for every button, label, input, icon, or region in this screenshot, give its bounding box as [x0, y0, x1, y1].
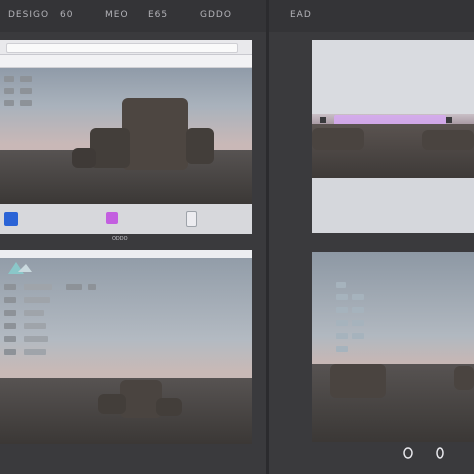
sidebar-button[interactable]: [4, 284, 16, 290]
circle-icon[interactable]: [402, 446, 414, 460]
circle-icon[interactable]: [434, 446, 446, 460]
sidebar-button[interactable]: [4, 310, 16, 316]
sidebar-button[interactable]: [24, 349, 46, 355]
sidebar-button[interactable]: [24, 323, 46, 329]
bar-handle[interactable]: [320, 117, 326, 123]
toolbar-label-4[interactable]: E65: [148, 10, 168, 20]
bottom-toolbar: [0, 204, 252, 234]
browser-sub-bar: [0, 55, 252, 68]
sidebar-button[interactable]: [352, 333, 364, 339]
sidebar-button[interactable]: [352, 307, 364, 313]
viewport-top-right[interactable]: [312, 40, 474, 233]
sidebar-button[interactable]: [336, 307, 348, 313]
sidebar-button[interactable]: [336, 346, 348, 352]
toolbar-label-6[interactable]: EAD: [290, 10, 312, 20]
rock: [422, 130, 474, 150]
viewport-bottom-left[interactable]: [0, 250, 252, 444]
color-swatch-magenta[interactable]: [106, 212, 118, 224]
sidebar-button[interactable]: [20, 76, 32, 82]
rock: [72, 148, 96, 168]
sidebar-button[interactable]: [66, 284, 82, 290]
panel-caption: ODDO: [112, 236, 128, 242]
sidebar-button[interactable]: [4, 100, 14, 106]
sidebar-button[interactable]: [24, 284, 52, 290]
document-icon[interactable]: [186, 211, 197, 227]
sidebar-button[interactable]: [352, 320, 364, 326]
toolbar-label-1[interactable]: DESIGO: [8, 10, 49, 20]
sidebar-button[interactable]: [4, 349, 16, 355]
sidebar-button[interactable]: [20, 100, 32, 106]
rock: [312, 128, 364, 150]
sidebar-button[interactable]: [336, 282, 346, 288]
sidebar-button[interactable]: [24, 336, 48, 342]
rock: [330, 364, 386, 398]
logo-icon: [8, 262, 32, 274]
sidebar-button[interactable]: [88, 284, 96, 290]
sidebar-button[interactable]: [24, 310, 44, 316]
sidebar-button[interactable]: [24, 297, 50, 303]
rock: [122, 98, 188, 170]
url-bar[interactable]: [6, 43, 238, 53]
rock: [90, 128, 130, 168]
sidebar-button[interactable]: [4, 297, 16, 303]
viewport-top-left[interactable]: [0, 40, 252, 234]
rock: [98, 394, 126, 414]
top-toolbar: DESIGO 60 MEO E65 GDDO EAD: [0, 0, 474, 32]
sidebar-button[interactable]: [336, 320, 348, 326]
sidebar-button[interactable]: [20, 88, 32, 94]
lower-area: [312, 178, 474, 233]
toolbar-label-2[interactable]: 60: [60, 10, 73, 20]
rock: [186, 128, 214, 164]
sidebar-button[interactable]: [4, 336, 16, 342]
top-strip: [0, 250, 252, 258]
sidebar-button[interactable]: [4, 88, 14, 94]
sidebar-button[interactable]: [4, 323, 16, 329]
bar-handle[interactable]: [446, 117, 452, 123]
sky: [312, 40, 474, 114]
color-swatch-blue[interactable]: [4, 212, 18, 226]
rock: [156, 398, 182, 416]
browser-bar: [0, 40, 252, 55]
viewport-bottom-right[interactable]: [312, 252, 474, 442]
vertical-divider: [266, 0, 269, 474]
sidebar-button[interactable]: [336, 294, 348, 300]
sidebar-button[interactable]: [4, 76, 14, 82]
toolbar-label-5[interactable]: GDDO: [200, 10, 232, 20]
rock: [454, 366, 474, 390]
sidebar-button[interactable]: [336, 333, 348, 339]
toolbar-label-3[interactable]: MEO: [105, 10, 129, 20]
sidebar-button[interactable]: [352, 294, 364, 300]
